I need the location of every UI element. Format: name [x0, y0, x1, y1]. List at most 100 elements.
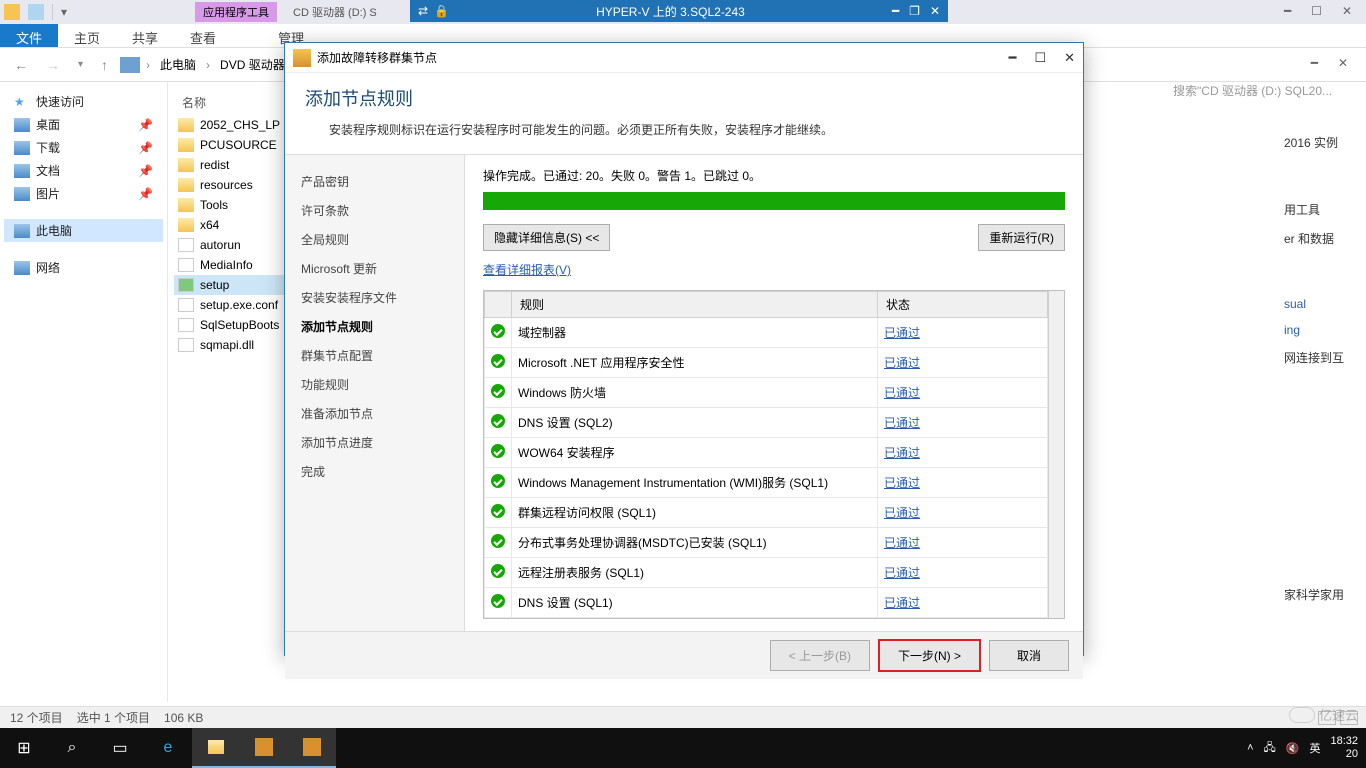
link-ing[interactable]: ing [1284, 323, 1300, 337]
step-ms-update[interactable]: Microsoft 更新 [285, 254, 464, 283]
table-row[interactable]: 群集远程访问权限 (SQL1)已通过 [485, 498, 1048, 528]
status-link[interactable]: 已通过 [884, 506, 920, 520]
step-ready[interactable]: 准备添加节点 [285, 399, 464, 428]
link-visual[interactable]: sual [1284, 297, 1306, 311]
tab-share[interactable]: 共享 [116, 24, 174, 47]
step-product-key[interactable]: 产品密钥 [285, 167, 464, 196]
table-row[interactable]: DNS 设置 (SQL1)已通过 [485, 588, 1048, 618]
table-row[interactable]: 分布式事务处理协调器(MSDTC)已安装 (SQL1)已通过 [485, 528, 1048, 558]
list-item[interactable]: Tools [174, 195, 286, 215]
recent-icon[interactable]: ▾ [72, 59, 89, 70]
list-item[interactable]: setup.exe.conf [174, 295, 286, 315]
up-icon[interactable]: ↑ [95, 57, 114, 73]
rerun-button[interactable]: 重新运行(R) [978, 224, 1065, 251]
list-item[interactable]: autorun [174, 235, 286, 255]
step-feature-rules[interactable]: 功能规则 [285, 370, 464, 399]
ime-indicator[interactable]: 英 [1309, 740, 1320, 756]
step-cluster-config[interactable]: 群集节点配置 [285, 341, 464, 370]
list-item[interactable]: SqlSetupBoots [174, 315, 286, 335]
exp-close-icon[interactable]: ✕ [1338, 56, 1348, 70]
minimize-icon[interactable]: ━ [1284, 4, 1291, 18]
step-license[interactable]: 许可条款 [285, 196, 464, 225]
tree-thispc[interactable]: 此电脑 [4, 219, 163, 242]
scrollbar[interactable] [1048, 291, 1064, 618]
step-progress[interactable]: 添加节点进度 [285, 428, 464, 457]
tree-documents[interactable]: 文档📌 [4, 159, 163, 182]
table-row[interactable]: WOW64 安装程序已通过 [485, 438, 1048, 468]
tab-file[interactable]: 文件 [0, 24, 58, 47]
list-item[interactable]: redist [174, 155, 286, 175]
table-row[interactable]: 远程注册表服务 (SQL1)已通过 [485, 558, 1048, 588]
tree-downloads[interactable]: 下载📌 [4, 136, 163, 159]
list-item[interactable]: resources [174, 175, 286, 195]
col-rule[interactable]: 规则 [512, 292, 878, 318]
tree-network[interactable]: 网络 [4, 256, 163, 279]
tab-view[interactable]: 查看 [174, 24, 232, 47]
sql-center-button[interactable] [240, 728, 288, 768]
close-icon[interactable]: ✕ [1342, 4, 1352, 18]
list-item[interactable]: x64 [174, 215, 286, 235]
search-button[interactable]: ⌕ [48, 728, 96, 768]
table-row[interactable]: Windows Management Instrumentation (WMI)… [485, 468, 1048, 498]
list-item-setup[interactable]: setup [174, 275, 286, 295]
list-item[interactable]: MediaInfo [174, 255, 286, 275]
properties-icon[interactable] [28, 4, 44, 20]
step-add-node-rules[interactable]: 添加节点规则 [285, 312, 464, 341]
next-button[interactable]: 下一步(N) > [878, 639, 981, 672]
status-link[interactable]: 已通过 [884, 536, 920, 550]
step-install-setup[interactable]: 安装安装程序文件 [285, 283, 464, 312]
clock[interactable]: 18:32 20 [1330, 735, 1358, 761]
status-link[interactable]: 已通过 [884, 596, 920, 610]
hide-details-button[interactable]: 隐藏详细信息(S) << [483, 224, 610, 251]
sql-setup-button[interactable] [288, 728, 336, 768]
table-row[interactable]: 域控制器已通过 [485, 318, 1048, 348]
status-link[interactable]: 已通过 [884, 416, 920, 430]
wizard-titlebar[interactable]: 添加故障转移群集节点 ━ ☐ ✕ [285, 43, 1083, 73]
forward-icon[interactable]: → [40, 57, 66, 73]
status-link[interactable]: 已通过 [884, 476, 920, 490]
hv-lock-icon[interactable]: 🔒 [434, 4, 449, 18]
dropdown-icon[interactable]: ▾ [61, 5, 67, 19]
app-tools-tab[interactable]: 应用程序工具 [195, 2, 277, 22]
column-header-name[interactable]: 名称 [174, 90, 286, 115]
explorer-button[interactable] [192, 728, 240, 768]
status-link[interactable]: 已通过 [884, 566, 920, 580]
volume-icon[interactable]: 🔇 [1286, 742, 1300, 755]
status-link[interactable]: 已通过 [884, 326, 920, 340]
hv-minimize-icon[interactable]: ━ [892, 4, 899, 18]
step-global-rules[interactable]: 全局规则 [285, 225, 464, 254]
maximize-icon[interactable]: ☐ [1311, 4, 1322, 18]
tree-desktop[interactable]: 桌面📌 [4, 113, 163, 136]
table-row[interactable]: Windows 防火墙已通过 [485, 378, 1048, 408]
wiz-maximize-icon[interactable]: ☐ [1034, 50, 1046, 66]
crumb-thispc[interactable]: 此电脑 [156, 56, 200, 73]
col-status[interactable]: 状态 [878, 292, 1048, 318]
hv-maximize-icon[interactable]: ❐ [909, 4, 920, 18]
back-icon[interactable]: ← [8, 57, 34, 73]
start-button[interactable]: ⊞ [0, 728, 48, 768]
cancel-button[interactable]: 取消 [989, 640, 1069, 671]
tray-up-icon[interactable]: ˄ [1247, 742, 1253, 754]
list-item[interactable]: 2052_CHS_LP [174, 115, 286, 135]
table-row[interactable]: DNS 设置 (SQL2)已通过 [485, 408, 1048, 438]
tree-quick-access[interactable]: ★快速访问 [4, 90, 163, 113]
list-item[interactable]: sqmapi.dll [174, 335, 286, 355]
wiz-close-icon[interactable]: ✕ [1064, 50, 1075, 66]
view-report-link[interactable]: 查看详细报表(V) [483, 261, 1065, 278]
list-item[interactable]: PCUSOURCE [174, 135, 286, 155]
tree-pictures[interactable]: 图片📌 [4, 182, 163, 205]
ie-button[interactable]: e [144, 728, 192, 768]
status-link[interactable]: 已通过 [884, 386, 920, 400]
hv-nav-icon[interactable]: ⇄ [418, 4, 428, 18]
wiz-minimize-icon[interactable]: ━ [1009, 50, 1017, 66]
exp-minimize-icon[interactable]: ━ [1311, 56, 1318, 70]
hv-close-icon[interactable]: ✕ [930, 4, 940, 18]
back-button[interactable]: < 上一步(B) [770, 640, 870, 671]
network-icon[interactable]: 🖧 [1264, 739, 1276, 758]
step-complete[interactable]: 完成 [285, 457, 464, 486]
status-link[interactable]: 已通过 [884, 356, 920, 370]
taskview-button[interactable]: ▭ [96, 728, 144, 768]
tab-home[interactable]: 主页 [58, 24, 116, 47]
table-row[interactable]: Microsoft .NET 应用程序安全性已通过 [485, 348, 1048, 378]
status-link[interactable]: 已通过 [884, 446, 920, 460]
